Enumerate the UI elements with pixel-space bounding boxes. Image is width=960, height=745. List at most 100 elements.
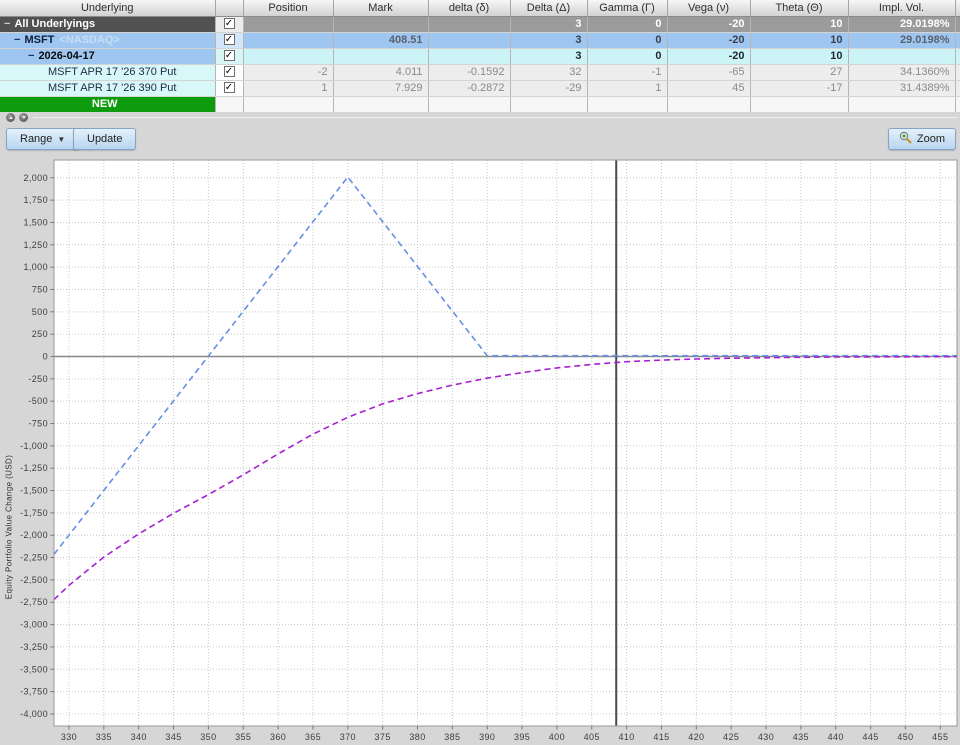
column-header-checkbox[interactable] <box>215 0 243 16</box>
underlying-cell[interactable]: −MSFT<NASDAQ> <box>0 32 215 48</box>
range-button[interactable]: Range ▼ <box>6 128 79 150</box>
row-checkbox[interactable]: ✓ <box>224 66 235 77</box>
checkbox-cell: ✓ <box>215 64 243 80</box>
column-header-position[interactable]: Position <box>243 0 333 16</box>
underlying-cell[interactable]: −All Underlyings <box>0 16 215 32</box>
mark-cell <box>333 16 428 32</box>
row-checkbox[interactable]: ✓ <box>224 82 235 93</box>
table-row-underlying[interactable]: −MSFT<NASDAQ>✓408.5130-201029.0198% <box>0 32 960 48</box>
row-label: MSFT <box>24 34 54 46</box>
table-row-position[interactable]: MSFT APR 17 '26 390 Put✓17.929-0.2872-29… <box>0 80 960 96</box>
mark-cell <box>333 48 428 64</box>
row-checkbox[interactable]: ✓ <box>224 34 235 45</box>
arrow-down-icon <box>22 116 26 119</box>
delta-lower-cell: -0.1592 <box>428 64 510 80</box>
row-label: All Underlyings <box>14 18 95 30</box>
checkbox-cell: ✓ <box>215 16 243 32</box>
y-tick-label: 0 <box>43 352 48 362</box>
column-header-mark[interactable]: Mark <box>333 0 428 16</box>
row-label: 2026-04-17 <box>38 50 94 62</box>
x-tick-label: 345 <box>165 732 181 742</box>
checkbox-cell: ✓ <box>215 80 243 96</box>
row-label: MSFT APR 17 '26 370 Put <box>48 66 176 78</box>
position-cell: -2 <box>243 64 333 80</box>
mark-cell: 4.011 <box>333 64 428 80</box>
x-tick-label: 405 <box>584 732 600 742</box>
column-header-theta[interactable]: Theta (Θ) <box>750 0 848 16</box>
vega-cell: -20 <box>667 48 750 64</box>
row-checkbox[interactable]: ✓ <box>224 50 235 61</box>
delta-lower-cell: -0.2872 <box>428 80 510 96</box>
y-tick-label: -1,500 <box>20 486 48 496</box>
arrow-up-icon <box>9 116 13 119</box>
underlying-cell[interactable]: MSFT APR 17 '26 370 Put <box>0 64 215 80</box>
pnl-plot[interactable]: 3303353403453503553603653703753803853903… <box>0 155 960 745</box>
row-label: MSFT APR 17 '26 390 Put <box>48 82 176 94</box>
y-tick-label: -750 <box>28 419 48 429</box>
y-tick-label: -1,750 <box>20 508 48 518</box>
y-tick-label: 1,500 <box>23 217 48 227</box>
vega-cell: 45 <box>667 80 750 96</box>
y-tick-label: 250 <box>32 329 48 339</box>
table-row-expiry[interactable]: −2026-04-17✓30-2010 <box>0 48 960 64</box>
collapse-down-icon[interactable] <box>19 113 28 122</box>
column-header-gamma[interactable]: Gamma (Γ) <box>587 0 667 16</box>
row-checkbox[interactable]: ✓ <box>224 18 235 29</box>
x-tick-label: 375 <box>375 732 391 742</box>
vega-cell: -20 <box>667 32 750 48</box>
spacer-cell <box>955 80 960 96</box>
column-header-delta-lower[interactable]: delta (δ) <box>428 0 510 16</box>
checkbox-cell: ✓ <box>215 32 243 48</box>
column-header-delta[interactable]: Delta (Δ) <box>510 0 587 16</box>
mark-cell: 7.929 <box>333 80 428 96</box>
delta-lower-cell <box>428 48 510 64</box>
pane-splitter[interactable] <box>0 110 960 125</box>
table-row-position[interactable]: MSFT APR 17 '26 370 Put✓-24.011-0.159232… <box>0 64 960 80</box>
delta-cell: 3 <box>510 48 587 64</box>
pnl-chart[interactable]: Equity Portfolio Value Change (USD) 3303… <box>0 155 960 745</box>
chart-toolbar: Range ▼ Update Zoom <box>0 126 960 154</box>
column-header-impl-vol[interactable]: Impl. Vol. <box>848 0 955 16</box>
chevron-down-icon: ▼ <box>57 135 65 144</box>
position-cell <box>243 32 333 48</box>
magnifier-plus-icon <box>899 131 912 147</box>
vega-cell: -65 <box>667 64 750 80</box>
checkbox-cell: ✓ <box>215 48 243 64</box>
x-tick-label: 385 <box>444 732 460 742</box>
y-tick-label: 2,000 <box>23 173 48 183</box>
splitter-groove <box>33 117 958 118</box>
delta-cell: 3 <box>510 16 587 32</box>
collapse-up-icon[interactable] <box>6 113 15 122</box>
underlying-cell[interactable]: −2026-04-17 <box>0 48 215 64</box>
delta-lower-cell <box>428 32 510 48</box>
y-tick-label: -3,750 <box>20 687 48 697</box>
column-header-underlying[interactable]: Underlying <box>0 0 215 16</box>
range-button-label: Range <box>20 133 52 145</box>
y-tick-label: -250 <box>28 374 48 384</box>
theta-cell: 10 <box>750 32 848 48</box>
column-header-spacer[interactable] <box>955 0 960 16</box>
x-tick-label: 430 <box>758 732 774 742</box>
column-header-vega[interactable]: Vega (ν) <box>667 0 750 16</box>
impl-vol-cell <box>848 48 955 64</box>
x-tick-label: 380 <box>409 732 425 742</box>
y-tick-label: -3,250 <box>20 642 48 652</box>
positions-table: Underlying PositionMarkdelta (δ)Delta (Δ)… <box>0 0 960 113</box>
position-cell <box>243 48 333 64</box>
x-tick-label: 400 <box>549 732 565 742</box>
y-tick-label: -2,750 <box>20 597 48 607</box>
expander-icon[interactable]: − <box>14 34 20 46</box>
expander-icon[interactable]: − <box>28 50 34 62</box>
impl-vol-cell: 29.0198% <box>848 32 955 48</box>
y-tick-label: -1,250 <box>20 463 48 473</box>
table-row-all[interactable]: −All Underlyings✓30-201029.0198% <box>0 16 960 32</box>
underlying-cell[interactable]: MSFT APR 17 '26 390 Put <box>0 80 215 96</box>
x-tick-label: 360 <box>270 732 286 742</box>
delta-lower-cell <box>428 16 510 32</box>
spacer-cell <box>955 32 960 48</box>
update-button[interactable]: Update <box>73 128 136 150</box>
expander-icon[interactable]: − <box>4 18 10 30</box>
vega-cell: -20 <box>667 16 750 32</box>
x-tick-label: 355 <box>235 732 251 742</box>
zoom-button[interactable]: Zoom <box>888 128 956 150</box>
